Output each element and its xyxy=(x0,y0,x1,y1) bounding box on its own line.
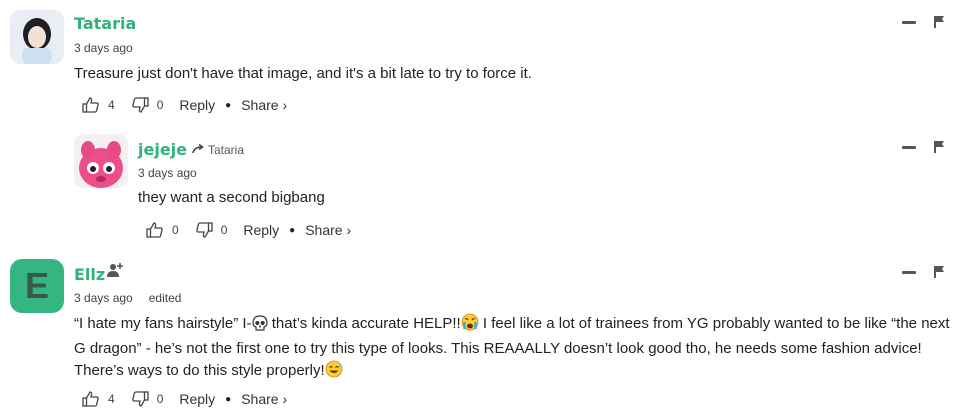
reply-button[interactable]: Reply xyxy=(179,391,215,407)
thumbs-down-icon[interactable] xyxy=(131,96,149,114)
timestamp[interactable]: 3 days ago xyxy=(138,166,197,180)
dislike-count: 0 xyxy=(156,392,164,406)
reply-to-name: Tataria xyxy=(208,143,245,157)
crying-emoji xyxy=(461,313,479,338)
like-count: 4 xyxy=(108,392,115,406)
avatar-letter: E xyxy=(10,259,64,313)
separator-dot: ● xyxy=(289,224,296,236)
avatar[interactable]: E xyxy=(10,259,64,313)
minimize-icon[interactable] xyxy=(902,270,916,274)
reply-button[interactable]: Reply xyxy=(243,222,279,238)
timestamp[interactable]: 3 days ago xyxy=(74,291,133,305)
timestamp[interactable]: 3 days ago xyxy=(74,41,133,55)
comment-text: Treasure just don't have that image, and… xyxy=(74,65,532,82)
share-button[interactable]: Share › xyxy=(241,391,287,407)
minimize-icon[interactable] xyxy=(902,20,916,24)
share-button[interactable]: Share › xyxy=(305,222,351,238)
follow-user-icon[interactable] xyxy=(106,262,124,283)
share-button[interactable]: Share › xyxy=(241,97,287,113)
flag-icon[interactable] xyxy=(934,16,944,28)
flag-icon[interactable] xyxy=(934,266,944,278)
thumbs-up-icon[interactable] xyxy=(82,390,100,408)
separator-dot: ● xyxy=(225,393,232,405)
skull-emoji xyxy=(251,315,268,338)
sweat-smile-emoji xyxy=(325,360,343,385)
author-name[interactable]: jejeje xyxy=(138,140,187,159)
separator-dot: ● xyxy=(225,99,232,111)
like-count: 0 xyxy=(172,223,179,237)
flag-icon[interactable] xyxy=(934,141,944,153)
edited-label: edited xyxy=(148,291,182,305)
reply-to[interactable]: Tataria xyxy=(192,143,244,157)
thumbs-down-icon[interactable] xyxy=(195,221,213,239)
author-name[interactable]: Ellz xyxy=(74,265,105,284)
reply-button[interactable]: Reply xyxy=(179,97,215,113)
author-name[interactable]: Tataria xyxy=(74,14,136,33)
dislike-count: 0 xyxy=(156,98,164,112)
minimize-icon[interactable] xyxy=(902,145,916,149)
comment-text: “I hate my fans hairstyle” I- that’s kin… xyxy=(74,313,954,385)
comment-text: they want a second bigbang xyxy=(138,189,325,206)
thumbs-down-icon[interactable] xyxy=(131,390,149,408)
like-count: 4 xyxy=(108,98,115,112)
thumbs-up-icon[interactable] xyxy=(146,221,164,239)
reply-arrow-icon xyxy=(192,143,204,157)
dislike-count: 0 xyxy=(220,223,228,237)
thumbs-up-icon[interactable] xyxy=(82,96,100,114)
avatar[interactable] xyxy=(10,10,64,64)
avatar[interactable] xyxy=(74,134,128,188)
